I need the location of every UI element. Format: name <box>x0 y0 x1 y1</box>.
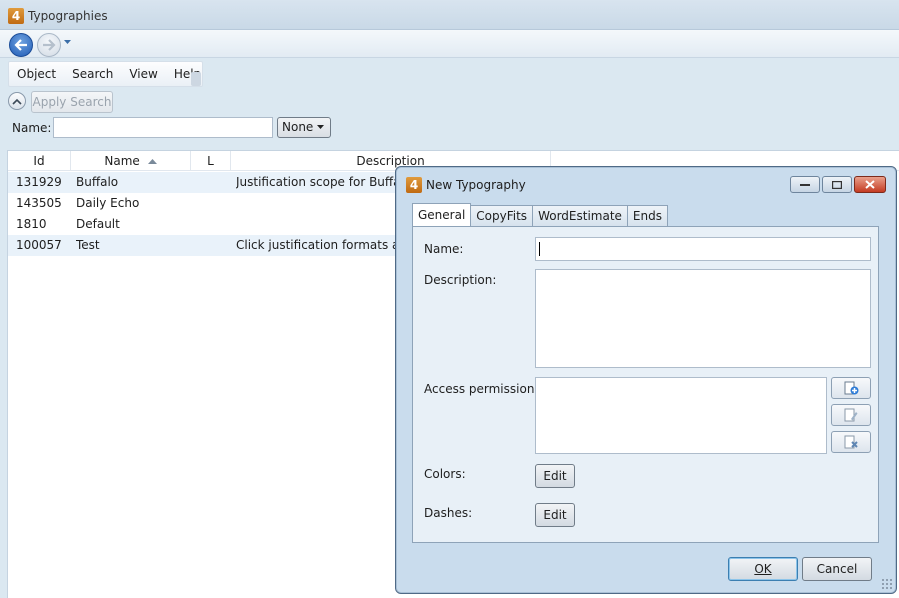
add-permission-icon <box>844 381 859 395</box>
arrow-left-icon <box>14 39 27 51</box>
close-icon <box>865 180 875 189</box>
edit-dashes-button[interactable]: Edit <box>535 503 575 527</box>
dialog-logo-icon: 4 <box>406 177 422 193</box>
chevron-down-icon <box>317 125 324 129</box>
arrow-right-icon <box>43 39 56 51</box>
filter-select-value: None <box>282 120 314 134</box>
resize-grip-icon[interactable] <box>881 578 893 590</box>
remove-permission-button[interactable] <box>831 431 871 453</box>
minimize-icon <box>800 183 810 186</box>
navigation-bar <box>0 30 899 58</box>
dashes-label: Dashes: <box>424 506 473 520</box>
name-label: Name: <box>424 242 464 256</box>
text-cursor <box>539 242 540 256</box>
tab-general[interactable]: General <box>412 203 472 226</box>
menu-search[interactable]: Search <box>64 67 121 81</box>
menu-view[interactable]: View <box>121 67 165 81</box>
edit-permission-button[interactable] <box>831 404 871 426</box>
description-label: Description: <box>424 273 497 287</box>
name-field[interactable] <box>535 237 871 261</box>
dialog-title: New Typography <box>426 178 526 192</box>
menu-object[interactable]: Object <box>9 67 64 81</box>
window-titlebar: 4 Typographies <box>0 0 899 30</box>
filter-select[interactable]: None <box>277 117 331 138</box>
close-button[interactable] <box>854 176 886 193</box>
access-permissions-label: Access permissions: <box>424 382 545 396</box>
sort-ascending-icon <box>147 159 157 164</box>
maximize-button[interactable] <box>822 176 852 193</box>
edit-colors-button[interactable]: Edit <box>535 464 575 488</box>
app-logo-icon: 4 <box>8 8 24 24</box>
general-tab-panel: Name: Description: Access permissions: C… <box>412 226 879 543</box>
access-permissions-list[interactable] <box>535 377 827 454</box>
column-header-name[interactable]: Name <box>71 151 191 171</box>
table-row[interactable]: 143505 Daily Echo <box>8 193 398 214</box>
table-row[interactable]: 1810 Default <box>8 214 398 235</box>
colors-label: Colors: <box>424 467 466 481</box>
column-header-id[interactable]: Id <box>8 151 71 171</box>
edit-permission-icon <box>844 408 858 422</box>
maximize-icon <box>832 180 842 189</box>
menu-help[interactable]: Help <box>166 67 209 81</box>
window-title: Typographies <box>28 9 108 23</box>
table-row[interactable]: 100057 Test Click justification formats … <box>8 235 398 256</box>
menu-bar: Object Search View Help <box>8 61 203 87</box>
history-dropdown-icon[interactable] <box>64 40 71 45</box>
back-button[interactable] <box>9 33 33 57</box>
collapse-search-button[interactable] <box>8 92 26 110</box>
ok-button[interactable]: OK <box>728 557 798 581</box>
cancel-button[interactable]: Cancel <box>802 557 872 581</box>
remove-permission-icon <box>844 435 858 449</box>
tab-wordestimate[interactable]: WordEstimate <box>532 205 628 226</box>
table-row[interactable]: 131929 Buffalo Justification scope for B… <box>8 172 398 193</box>
column-header-l[interactable]: L <box>191 151 231 171</box>
toolbar-overflow-icon[interactable] <box>191 72 201 86</box>
forward-button[interactable] <box>37 33 61 57</box>
search-name-label: Name: <box>12 121 52 135</box>
search-name-input[interactable] <box>53 117 273 138</box>
tab-ends[interactable]: Ends <box>626 205 668 226</box>
chevron-up-icon <box>12 98 22 105</box>
description-field[interactable] <box>535 269 871 368</box>
window-controls <box>790 176 886 193</box>
new-typography-dialog: 4 New Typography General CopyFits WordEs… <box>395 166 897 594</box>
dialog-tabs: General CopyFits WordEstimate Ends <box>412 203 668 226</box>
apply-search-button[interactable]: Apply Search <box>31 91 113 113</box>
minimize-button[interactable] <box>790 176 820 193</box>
tab-copyfits[interactable]: CopyFits <box>470 205 534 226</box>
add-permission-button[interactable] <box>831 377 871 399</box>
